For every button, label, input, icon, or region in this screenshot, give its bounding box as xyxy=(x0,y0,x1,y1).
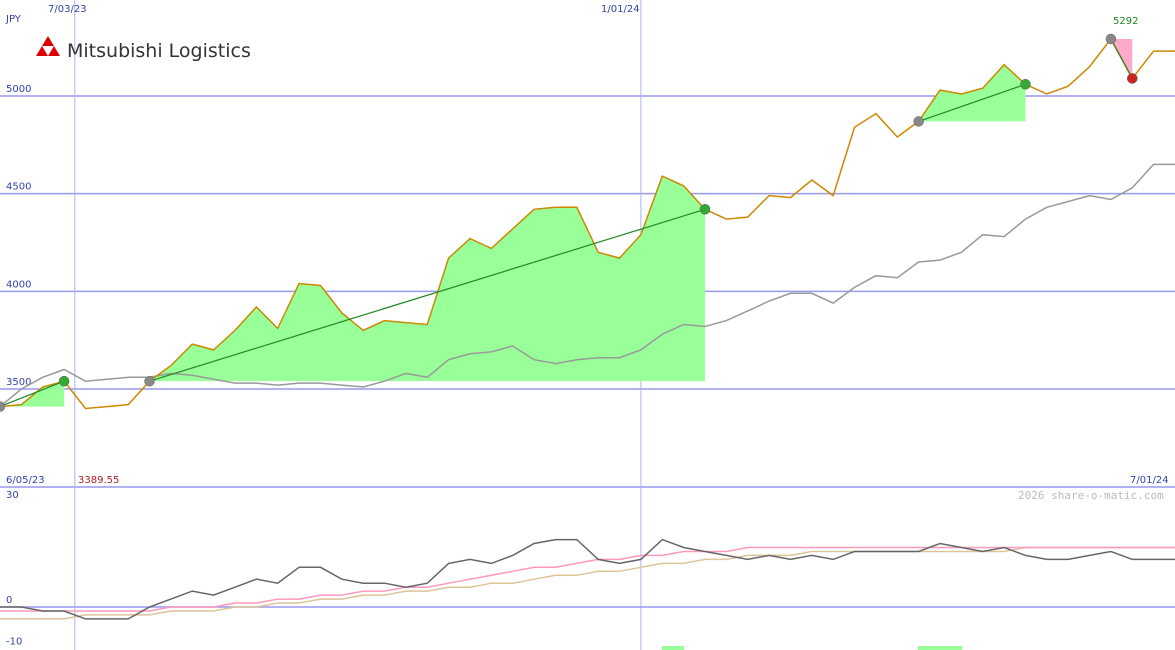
logo-diamond-top xyxy=(42,36,54,46)
trend-fill-1 xyxy=(149,176,705,382)
osc-signal-line-pink xyxy=(0,546,1175,612)
osc-signal-line-tan xyxy=(0,546,1175,620)
chart-stage: 3500 4000 4500 5000 -10 0 30 JPY 7/03/23 1/01… xyxy=(0,0,1175,650)
currency-label: JPY xyxy=(5,14,22,25)
peak-value-label: 5292 xyxy=(1113,16,1138,27)
osc-tick-label-0: 0 xyxy=(6,595,12,606)
trend-start-marker-2 xyxy=(913,116,924,127)
trend-start-marker-1 xyxy=(144,375,155,387)
osc-tick-label-30: 30 xyxy=(6,490,19,501)
y-tick-label-4000: 4000 xyxy=(6,279,31,290)
date-label-bottom-right: 7/01/24 xyxy=(1130,475,1169,486)
osc-bar-0 xyxy=(662,646,684,650)
watermark: 2026 share-o-matic.com xyxy=(1018,489,1164,502)
trend-end-marker-1 xyxy=(699,204,711,215)
osc-tick-label--10: -10 xyxy=(6,637,22,648)
date-label-top-left: 7/03/23 xyxy=(48,4,87,15)
logo-diamond-right xyxy=(48,46,60,56)
trend-start-marker-3 xyxy=(1105,33,1117,45)
logo-diamond-left xyxy=(36,46,48,56)
low-value-label: 3389.55 xyxy=(78,475,119,486)
company-name: Mitsubishi Logistics xyxy=(67,40,251,62)
trend-end-marker-3 xyxy=(1127,73,1138,84)
y-tick-label-5000: 5000 xyxy=(6,84,31,95)
chart-svg: 3500400045005000 -10030 JPY 7/03/23 1/01… xyxy=(0,0,1175,650)
oscillator-panel: -10 0 30 xyxy=(0,490,1175,650)
y-tick-label-4500: 4500 xyxy=(6,182,31,193)
trend-end-marker-0 xyxy=(58,375,70,387)
date-label-top-mid: 1/01/24 xyxy=(601,4,640,15)
date-label-bottom-left: 6/05/23 xyxy=(6,475,45,486)
osc-bar-1 xyxy=(918,646,962,650)
trend-fill-2 xyxy=(918,64,1026,122)
logo xyxy=(36,36,60,56)
trend-end-marker-2 xyxy=(1020,79,1031,90)
